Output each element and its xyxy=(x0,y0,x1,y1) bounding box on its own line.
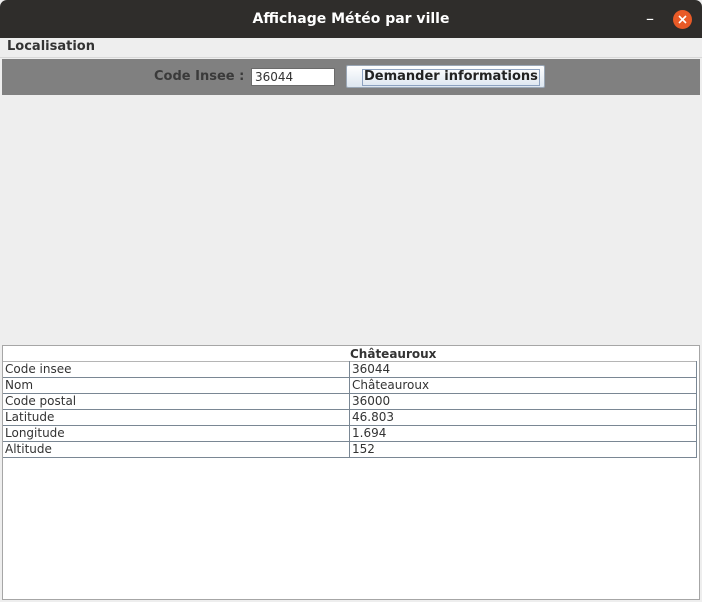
app-window: Affichage Météo par ville – Localisation… xyxy=(0,0,702,602)
table-row[interactable]: Nom Châteauroux xyxy=(3,377,697,394)
request-info-button-label: Demander informations xyxy=(362,69,540,86)
row-key[interactable]: Latitude xyxy=(3,409,350,426)
code-insee-input[interactable] xyxy=(251,68,335,86)
close-button[interactable] xyxy=(673,10,692,29)
menu-localisation[interactable]: Localisation xyxy=(7,39,95,54)
info-area xyxy=(2,95,700,345)
menu-bar: Localisation xyxy=(0,38,702,58)
search-toolbar: Code Insee : Demander informations xyxy=(2,59,700,95)
row-key[interactable]: Code insee xyxy=(3,361,350,378)
row-value[interactable]: 36044 xyxy=(349,361,697,378)
row-key[interactable]: Nom xyxy=(3,377,350,394)
table-row[interactable]: Longitude 1.694 xyxy=(3,425,697,442)
table-row[interactable]: Latitude 46.803 xyxy=(3,409,697,426)
request-info-button[interactable]: Demander informations xyxy=(346,65,545,88)
minimize-button[interactable]: – xyxy=(641,11,659,28)
row-value[interactable]: 152 xyxy=(349,441,697,458)
table-row[interactable]: Code insee 36044 xyxy=(3,361,697,378)
row-value[interactable]: 1.694 xyxy=(349,425,697,442)
table-column-header: Châteauroux xyxy=(350,347,437,361)
code-insee-label: Code Insee : xyxy=(154,69,245,84)
window-title: Affichage Météo par ville xyxy=(252,11,450,27)
row-value[interactable]: 46.803 xyxy=(349,409,697,426)
row-value[interactable]: Châteauroux xyxy=(349,377,697,394)
row-key[interactable]: Altitude xyxy=(3,441,350,458)
city-info-table: Code insee 36044 Nom Châteauroux Code postal… xyxy=(3,361,697,458)
minimize-icon: – xyxy=(646,9,654,28)
row-key[interactable]: Code postal xyxy=(3,393,350,410)
title-bar[interactable]: Affichage Météo par ville – xyxy=(0,0,702,38)
close-icon xyxy=(678,15,687,24)
row-value[interactable]: 36000 xyxy=(349,393,697,410)
row-key[interactable]: Longitude xyxy=(3,425,350,442)
table-row[interactable]: Altitude 152 xyxy=(3,441,697,458)
table-row[interactable]: Code postal 36000 xyxy=(3,393,697,410)
city-info-table-panel[interactable]: Châteauroux Code insee 36044 Nom Châteaurou… xyxy=(2,345,700,600)
